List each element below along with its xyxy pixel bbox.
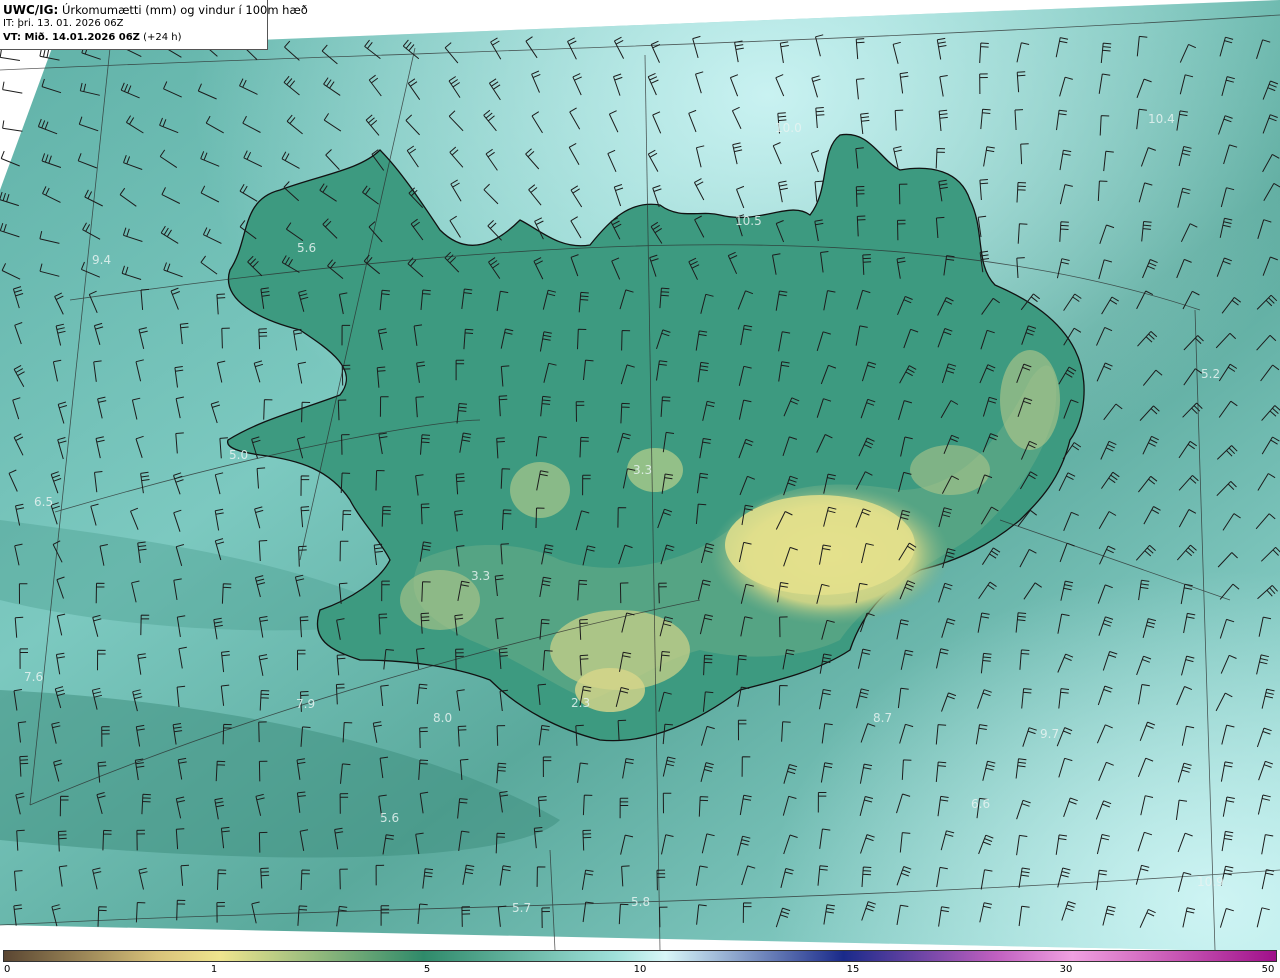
point-value: 10.9 [1197,875,1224,889]
point-value: 10.5 [735,214,762,228]
colorbar-tick: 10 [633,964,647,975]
point-value: 3.3 [471,569,490,583]
point-value: 2.3 [571,696,590,710]
title-box: UWC/IG: Úrkomumætti (mm) og vindur í 100… [0,0,308,50]
colorbar-tick: 15 [846,964,860,975]
colorbar-tick: 50 [1261,964,1275,975]
point-value: 5.7 [512,901,531,915]
point-value: 3.3 [633,463,652,477]
colorbar-tick: 1 [210,964,218,975]
point-value: 6.5 [34,495,53,509]
point-value: 9.7 [1040,727,1059,741]
point-value: 9.4 [92,253,111,267]
point-value: 7.9 [296,697,315,711]
point-value: 5.6 [297,241,316,255]
issue-time: IT: þri. 13. 01. 2026 06Z [3,18,124,29]
colorbar-tick: 5 [423,964,431,975]
point-value: 5.6 [380,811,399,825]
point-value: 8.7 [873,711,892,725]
point-value: 6.6 [971,797,990,811]
colorbar: 0 1 5 10 15 30 50 [0,950,1280,978]
point-value: 7.6 [24,670,43,684]
point-value: 5.2 [1201,367,1220,381]
map-canvas: 9.4 5.6 10.0 10.5 10.4 5.2 5.0 6.5 3.3 3… [0,0,1280,950]
colorbar-tick: 0 [4,964,11,975]
point-value: 5.0 [229,448,248,462]
colorbar-tick: 30 [1059,964,1073,975]
point-value: 8.0 [433,711,452,725]
point-value: 10.4 [1148,112,1175,126]
product-code: UWC/IG: [3,3,59,17]
weather-map: 9.4 5.6 10.0 10.5 10.4 5.2 5.0 6.5 3.3 3… [0,0,1280,950]
point-value: 10.0 [775,121,802,135]
valid-time: VT: Mið. 14.01.2026 06Z [3,32,140,43]
product-description: Úrkomumætti (mm) og vindur í 100m hæð [61,3,308,17]
point-value: 5.8 [631,895,650,909]
lead-time: (+24 h) [143,32,182,43]
colorbar-gradient [3,950,1277,962]
